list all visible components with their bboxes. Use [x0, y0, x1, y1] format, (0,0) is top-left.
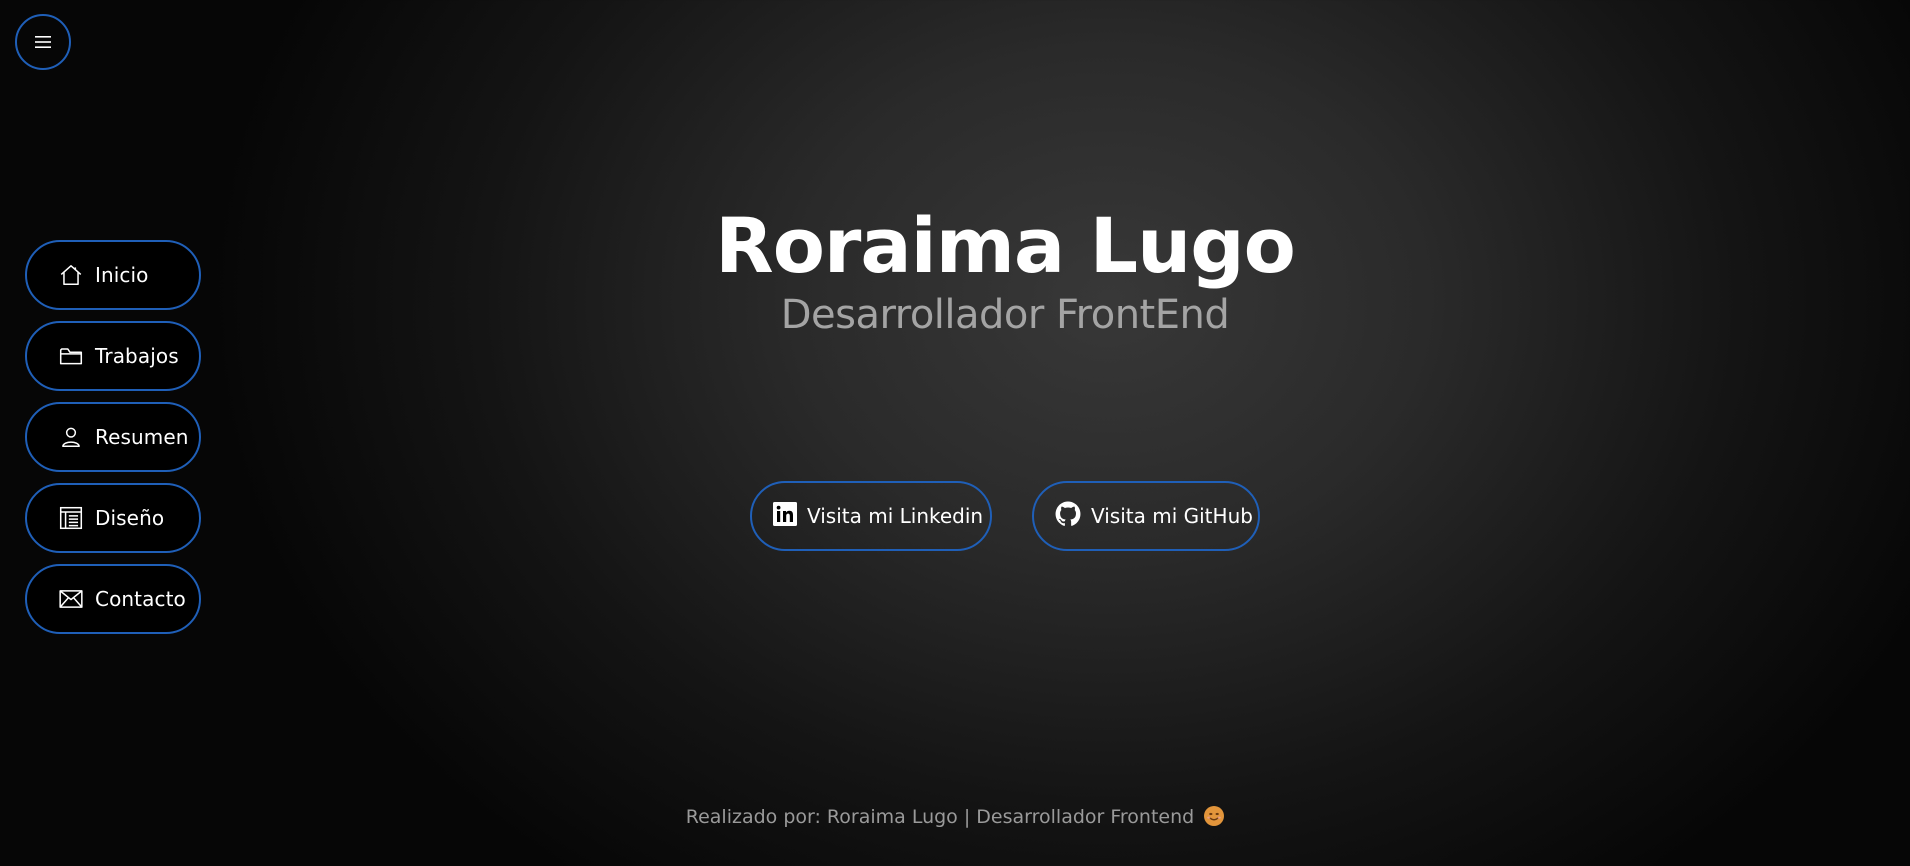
page-title: Roraima Lugo [715, 201, 1296, 290]
hamburger-icon [34, 35, 52, 49]
github-button-label: Visita mi GitHub [1091, 504, 1253, 528]
linkedin-icon [773, 501, 797, 531]
layout-icon [57, 504, 85, 532]
page-subtitle: Desarrollador FrontEnd [780, 292, 1230, 339]
github-button[interactable]: Visita mi GitHub [1032, 481, 1260, 551]
menu-toggle-button[interactable] [15, 14, 71, 70]
github-icon [1055, 501, 1081, 532]
sidebar-item-label: Trabajos [95, 344, 179, 368]
linkedin-button[interactable]: Visita mi Linkedin [750, 481, 992, 551]
hero-section: Roraima Lugo Desarrollador FrontEnd [0, 200, 1910, 339]
social-links: Visita mi Linkedin Visita mi GitHub [750, 481, 1260, 551]
sidebar-item-label: Contacto [95, 587, 186, 611]
sidebar-item-contacto[interactable]: Contacto [25, 564, 201, 634]
sidebar-item-label: Diseño [95, 506, 165, 530]
sidebar-item-label: Resumen [95, 425, 189, 449]
linkedin-button-label: Visita mi Linkedin [807, 504, 984, 528]
smiling-face-icon [1204, 806, 1225, 826]
person-icon [57, 423, 85, 451]
footer: Realizado por: Roraima Lugo | Desarrolla… [0, 806, 1910, 828]
sidebar-item-resumen[interactable]: Resumen [25, 402, 201, 472]
envelope-icon [57, 585, 85, 613]
sidebar-item-diseno[interactable]: Diseño [25, 483, 201, 553]
footer-text: Realizado por: Roraima Lugo | Desarrolla… [685, 806, 1195, 828]
folder-icon [57, 342, 85, 370]
